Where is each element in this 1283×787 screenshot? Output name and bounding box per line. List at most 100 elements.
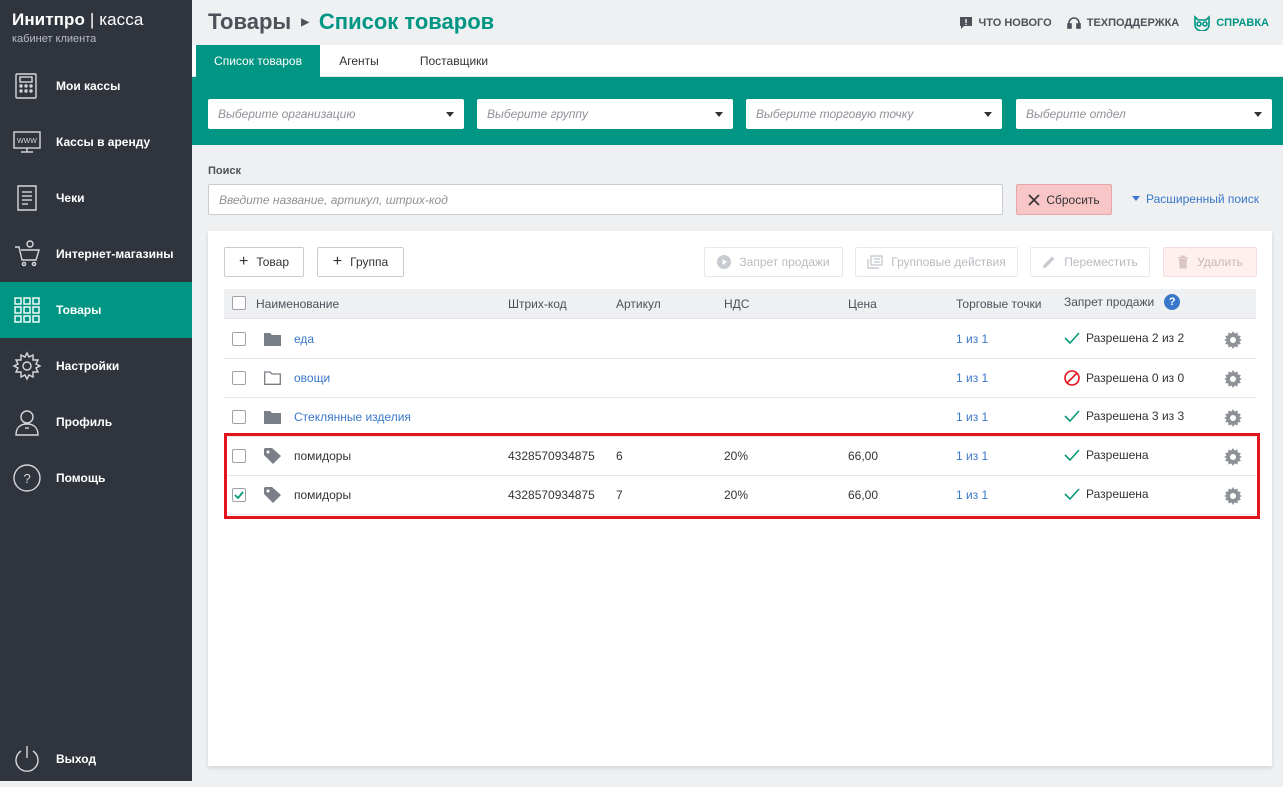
tab-suppliers[interactable]: Поставщики xyxy=(404,45,504,77)
search-input[interactable] xyxy=(208,184,1003,215)
add-group-label: Группа xyxy=(350,255,389,269)
close-icon xyxy=(1028,193,1040,206)
tab-product-list[interactable]: Список товаров xyxy=(196,45,320,77)
user-icon xyxy=(12,407,42,437)
gear-icon[interactable] xyxy=(1224,487,1242,505)
sidebar-item-label: Профиль xyxy=(56,415,113,429)
folder-outline-icon xyxy=(264,371,281,385)
row-checkbox[interactable] xyxy=(232,449,246,463)
gear-icon[interactable] xyxy=(1224,409,1242,427)
column-barcode[interactable]: Штрих-код xyxy=(508,297,567,311)
row-status-text: Разрешена xyxy=(1086,448,1149,462)
gear-icon[interactable] xyxy=(1224,331,1242,349)
caret-down-icon xyxy=(1132,196,1140,201)
help-link[interactable]: СПРАВКА xyxy=(1193,15,1269,31)
row-name[interactable]: овощи xyxy=(294,371,330,385)
reset-button[interactable]: Сбросить xyxy=(1016,184,1112,215)
group-actions-button[interactable]: Групповые действия xyxy=(855,247,1018,277)
column-name[interactable]: Наименование xyxy=(256,297,339,311)
add-group-button[interactable]: + Группа xyxy=(317,247,404,277)
logout-button[interactable]: Выход xyxy=(0,731,192,787)
sidebar-item-products[interactable]: Товары xyxy=(0,282,192,338)
delete-label: Удалить xyxy=(1197,255,1243,269)
table-row[interactable]: помидоры 4328570934875 7 20% 66,00 1 из … xyxy=(224,476,1256,515)
row-name[interactable]: помидоры xyxy=(294,449,351,463)
add-product-label: Товар xyxy=(256,255,289,269)
help-question-icon[interactable]: ? xyxy=(1164,294,1181,310)
brand-logo[interactable]: Инитпро | касса кабинет клиента xyxy=(12,10,143,45)
row-name[interactable]: еда xyxy=(294,332,314,346)
sidebar-item-help[interactable]: ? Помощь xyxy=(0,450,192,506)
sidebar-item-label: Кассы в аренду xyxy=(56,135,151,149)
table-header: Наименование Штрих-код Артикул НДС Цена … xyxy=(224,289,1256,319)
row-points[interactable]: 1 из 1 xyxy=(956,410,988,424)
row-status: Разрешена 3 из 3 xyxy=(1064,409,1184,423)
power-icon xyxy=(12,744,42,774)
table-row[interactable]: еда 1 из 1 Разрешена 2 из 2 xyxy=(224,320,1256,359)
column-vat[interactable]: НДС xyxy=(724,297,749,311)
table-row[interactable]: помидоры 4328570934875 6 20% 66,00 1 из … xyxy=(224,437,1256,476)
sidebar-item-label: Чеки xyxy=(56,191,85,205)
chevron-down-icon xyxy=(1254,112,1262,117)
row-points[interactable]: 1 из 1 xyxy=(956,332,988,346)
table-row[interactable]: овощи 1 из 1 Разрешена 0 из 0 xyxy=(224,359,1256,398)
advanced-search-link[interactable]: Расширенный поиск xyxy=(1132,192,1259,206)
row-checkbox[interactable] xyxy=(232,332,246,346)
row-vat: 20% xyxy=(724,488,749,502)
tab-agents[interactable]: Агенты xyxy=(326,45,392,77)
row-name[interactable]: помидоры xyxy=(294,488,351,502)
row-name[interactable]: Стеклянные изделия xyxy=(294,410,411,424)
sidebar-item-profile[interactable]: Профиль xyxy=(0,394,192,450)
gear-icon[interactable] xyxy=(1224,448,1242,466)
breadcrumb-arrow-icon: ▶ xyxy=(301,16,309,28)
row-checkbox[interactable] xyxy=(232,371,246,385)
group-select-value: Выберите группу xyxy=(487,107,589,121)
row-points[interactable]: 1 из 1 xyxy=(956,371,988,385)
sidebar-item-shops[interactable]: Интернет-магазины xyxy=(0,226,192,282)
support-link[interactable]: ТЕХПОДДЕРЖКА xyxy=(1066,15,1180,31)
svg-text:?: ? xyxy=(24,471,31,486)
check-icon xyxy=(1064,488,1080,500)
move-button[interactable]: Переместить xyxy=(1030,247,1150,277)
sidebar-item-rent[interactable]: WWW Кассы в аренду xyxy=(0,114,192,170)
chat-icon xyxy=(959,17,972,29)
sidebar-item-settings[interactable]: Настройки xyxy=(0,338,192,394)
row-status: Разрешена 0 из 0 xyxy=(1064,370,1184,386)
ban-sale-button[interactable]: Запрет продажи xyxy=(704,247,843,277)
table-row[interactable]: Стеклянные изделия 1 из 1 Разрешена 3 из… xyxy=(224,398,1256,437)
column-points[interactable]: Торговые точки xyxy=(956,297,1042,311)
organization-select[interactable]: Выберите организацию xyxy=(208,99,464,129)
row-price: 66,00 xyxy=(848,449,879,463)
select-all-checkbox[interactable] xyxy=(232,296,246,310)
row-article: 7 xyxy=(616,488,623,502)
folder-icon xyxy=(264,333,281,346)
move-label: Переместить xyxy=(1064,255,1138,269)
row-points[interactable]: 1 из 1 xyxy=(956,449,988,463)
ban-sale-label: Запрет продажи xyxy=(739,255,830,269)
cart-icon xyxy=(12,239,42,269)
column-article[interactable]: Артикул xyxy=(616,297,661,311)
headset-icon xyxy=(1066,17,1081,29)
column-price[interactable]: Цена xyxy=(848,297,877,311)
gear-icon[interactable] xyxy=(1224,370,1242,388)
row-checkbox-checked[interactable] xyxy=(232,488,246,502)
sidebar-item-my-registers[interactable]: Мои кассы xyxy=(0,58,192,114)
row-checkbox[interactable] xyxy=(232,410,246,424)
add-product-button[interactable]: + Товар xyxy=(224,247,304,277)
row-status-text: Разрешена 0 из 0 xyxy=(1086,371,1185,385)
breadcrumb-root[interactable]: Товары xyxy=(208,9,291,35)
tag-icon xyxy=(264,487,281,503)
advanced-search-label: Расширенный поиск xyxy=(1146,192,1259,206)
row-points[interactable]: 1 из 1 xyxy=(956,488,988,502)
support-label: ТЕХПОДДЕРЖКА xyxy=(1086,17,1180,29)
group-select[interactable]: Выберите группу xyxy=(477,99,733,129)
plus-icon: + xyxy=(332,253,343,270)
sidebar-item-receipts[interactable]: Чеки xyxy=(0,170,192,226)
receipt-icon xyxy=(12,183,42,213)
chevron-down-icon xyxy=(715,112,723,117)
department-select[interactable]: Выберите отдел xyxy=(1016,99,1272,129)
delete-button[interactable]: Удалить xyxy=(1163,247,1257,277)
point-select[interactable]: Выберите торговую точку xyxy=(746,99,1002,129)
brand-subtitle: кабинет клиента xyxy=(12,33,97,45)
whats-new-link[interactable]: ЧТО НОВОГО xyxy=(958,15,1052,31)
